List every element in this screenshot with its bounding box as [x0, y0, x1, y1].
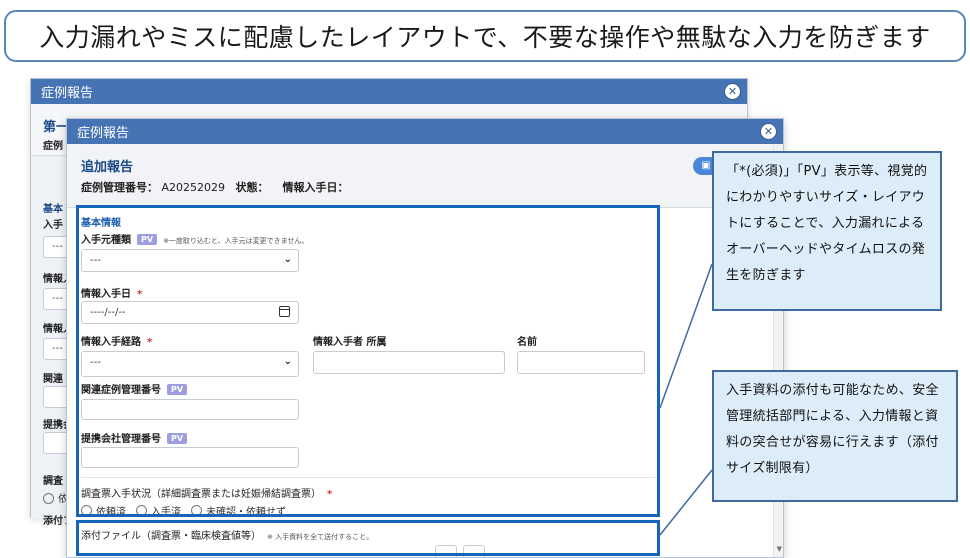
back-label-3: 関連 — [43, 374, 63, 385]
case-no-label: 症例管理番号： — [81, 181, 158, 194]
status-label: 状態： — [235, 181, 269, 194]
back-dialog-title: 症例報告 — [41, 86, 94, 101]
back-dialog-close-icon[interactable]: ✕ — [724, 83, 741, 100]
highlight-basic-info — [76, 205, 660, 517]
front-dialog-close-icon[interactable]: ✕ — [760, 123, 777, 140]
front-dialog-title: 症例報告 — [77, 126, 130, 141]
back-radio[interactable]: 依 — [43, 490, 68, 505]
callout-attachment: 入手資料の添付も可能なため、安全管理統括部門による、入力情報と資料の突合せが容易… — [712, 370, 958, 502]
callout-required-pv-text: 「*(必須)」「PV」表示等、視覚的にわかりやすいサイズ・レイアウトにすることで… — [726, 164, 928, 283]
back-dialog-titlebar: 症例報告 ✕ — [31, 79, 747, 104]
callout-required-pv: 「*(必須)」「PV」表示等、視覚的にわかりやすいサイズ・レイアウトにすることで… — [712, 151, 942, 311]
front-dialog-heading: 追加報告 — [81, 160, 134, 175]
scroll-down-icon[interactable]: ▼ — [777, 545, 782, 553]
highlight-attachment — [76, 520, 660, 556]
back-label-5: 調査 — [43, 476, 63, 487]
back-label-0: 入手 — [43, 220, 63, 231]
front-dialog-titlebar: 症例報告 ✕ — [67, 119, 783, 144]
case-no-value: A20252029 — [161, 181, 226, 194]
front-dialog-meta: 症例管理番号： A20252029 状態： 情報入手日： — [81, 179, 783, 195]
front-dialog-header: 追加報告 症例管理番号： A20252029 状態： 情報入手日： ▣ — [67, 144, 783, 208]
headline-banner: 入力漏れやミスに配慮したレイアウトで、不要な操作や無駄な入力を防ぎます — [4, 10, 966, 62]
headline-text: 入力漏れやミスに配慮したレイアウトで、不要な操作や無駄な入力を防ぎます — [39, 23, 931, 52]
back-section-title: 基本 — [43, 204, 63, 215]
info-date-meta-label: 情報入手日： — [282, 181, 349, 194]
callout-attachment-text: 入手資料の添付も可能なため、安全管理統括部門による、入力情報と資料の突合せが容易… — [726, 383, 939, 476]
